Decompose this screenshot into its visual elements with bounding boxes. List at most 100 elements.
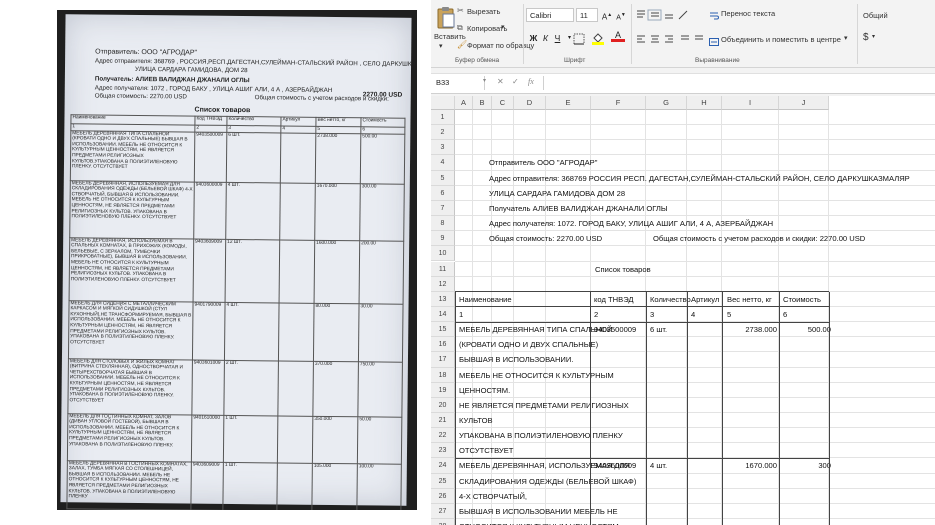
row-header-18[interactable]: 18 — [431, 367, 455, 383]
cell-total-with-costs[interactable]: Общая стоимость с учетом расходов и скид… — [653, 234, 865, 243]
cell-list-title[interactable]: Список товаров — [595, 265, 651, 274]
row-header-5[interactable]: 5 — [431, 170, 455, 186]
name-box[interactable]: B33 — [433, 76, 485, 90]
currency-dropdown-icon[interactable]: ▾ — [872, 33, 875, 40]
row-header-4[interactable]: 4 — [431, 155, 455, 171]
cell-recipient[interactable]: Получатель АЛИЕВ ВАЛИДЖАН ДЖАНАЛИ ОГЛЫ — [489, 204, 668, 213]
row-header-7[interactable]: 7 — [431, 200, 455, 217]
column-header-b[interactable]: B — [473, 96, 492, 110]
row-header-9[interactable]: 9 — [431, 231, 455, 247]
column-header-i[interactable]: I — [722, 96, 779, 110]
cell-item-name[interactable]: (КРОВАТИ ОДНО И ДВУХ СПАЛЬНЫЕ) — [459, 340, 598, 349]
cell-header-name[interactable]: Наименование — [459, 295, 512, 304]
copy-icon[interactable]: ⧉ — [457, 23, 463, 33]
column-header-f[interactable]: F — [591, 96, 646, 110]
enter-icon[interactable]: ✓ — [512, 77, 519, 86]
row-header-26[interactable]: 26 — [431, 488, 455, 504]
cell-item-name[interactable]: ЦЕННОСТЯМ. — [459, 386, 510, 395]
formula-input[interactable] — [543, 76, 934, 90]
currency-button[interactable]: $ — [863, 32, 869, 43]
cell-colnum[interactable]: 3 — [650, 310, 654, 319]
underline-button[interactable]: Ч — [552, 32, 563, 44]
cancel-icon[interactable]: ✕ — [497, 77, 504, 86]
fx-icon[interactable]: fx — [528, 77, 534, 86]
row-header-13[interactable]: 13 — [431, 291, 455, 307]
row-header-10[interactable]: 10 — [431, 246, 455, 262]
column-header-j[interactable]: J — [779, 96, 829, 110]
vertical-align-icons[interactable] — [635, 8, 703, 21]
scissors-icon[interactable]: ✂ — [457, 6, 464, 15]
column-header-c[interactable]: C — [492, 96, 514, 110]
row-header-22[interactable]: 22 — [431, 428, 455, 444]
cell-item-qty[interactable]: 4 шт. — [650, 461, 667, 470]
cut-button[interactable]: Вырезать — [467, 7, 500, 16]
row-header-8[interactable]: 8 — [431, 216, 455, 232]
font-color-icon[interactable]: A — [611, 30, 625, 44]
merge-center-icon[interactable] — [709, 34, 719, 46]
cell-item-name[interactable]: БЫВШАЯ В ИСПОЛЬЗОВАНИИ МЕБЕЛЬ НЕ — [459, 507, 618, 516]
horizontal-align-icons[interactable] — [635, 33, 707, 45]
wrap-text-icon[interactable] — [709, 8, 720, 20]
cell-colnum[interactable]: 5 — [727, 310, 731, 319]
format-painter-icon[interactable]: 🖌 — [457, 40, 467, 49]
row-header-1[interactable]: 1 — [431, 110, 455, 126]
borders-icon[interactable] — [573, 32, 585, 45]
cell-sender[interactable]: Отправитель ООО "АГРОДАР" — [489, 158, 597, 167]
cell-sender-address[interactable]: Адрес отправителя: 368769 РОССИЯ РЕСП. Д… — [489, 174, 910, 183]
cell-item-name[interactable]: БЫВШАЯ В ИСПОЛЬЗОВАНИИ. — [459, 355, 573, 364]
cell-header-code[interactable]: код ТНВЭД — [594, 295, 634, 304]
row-header-17[interactable]: 17 — [431, 352, 455, 368]
row-header-19[interactable]: 19 — [431, 382, 455, 398]
select-all-corner[interactable] — [431, 96, 455, 110]
row-header-16[interactable]: 16 — [431, 337, 455, 353]
merge-dropdown-icon[interactable]: ▾ — [844, 34, 848, 42]
cell-item-cost[interactable]: 500.00 — [781, 325, 831, 334]
cell-item-name[interactable]: УПАКОВАНА В ПОЛИЭТИЛЕНОВУЮ ПЛЕНКУ — [459, 431, 623, 440]
cell-colnum[interactable]: 1 — [459, 310, 463, 319]
column-header-g[interactable]: G — [646, 96, 687, 110]
cell-header-cost[interactable]: Стоимость — [783, 295, 821, 304]
cell-item-weight[interactable]: 2738.000 — [717, 325, 777, 334]
cell-colnum[interactable]: 6 — [783, 310, 787, 319]
cell-header-weight[interactable]: Вес нетто, кг — [727, 295, 772, 304]
wrap-text-button[interactable]: Перенос текста — [721, 9, 775, 18]
row-header-15[interactable]: 15 — [431, 322, 455, 338]
row-header-2[interactable]: 2 — [431, 125, 455, 141]
column-header-a[interactable]: A — [455, 96, 473, 110]
cell-item-name[interactable]: 4-Х СТВОРЧАТЫЙ, — [459, 492, 527, 501]
cell-item-name[interactable]: КУЛЬТОВ — [459, 416, 493, 425]
number-format-select[interactable]: Общий — [863, 11, 888, 20]
cell-sender-street[interactable]: УЛИЦА САРДАРА ГАМИДОВА ДОМ 28 — [489, 189, 625, 198]
row-header-3[interactable]: 3 — [431, 140, 455, 156]
cell-header-art[interactable]: Артикул — [691, 295, 719, 304]
cell-colnum[interactable]: 2 — [594, 310, 598, 319]
merge-center-button[interactable]: Объединить и поместить в центре — [721, 35, 841, 44]
column-header-d[interactable]: D — [514, 96, 546, 110]
column-header-h[interactable]: H — [687, 96, 722, 110]
cell-item-name[interactable]: НЕ ЯВЛЯЕТСЯ ПРЕДМЕТАМИ РЕЛИГИОЗНЫХ — [459, 401, 629, 410]
bold-button[interactable]: Ж — [528, 32, 539, 44]
cell-item-cost[interactable]: 300 — [781, 461, 831, 470]
cell-item-qty[interactable]: 6 шт. — [650, 325, 667, 334]
spreadsheet-grid[interactable]: A B C D E F G H I J 1 2 3 4 5 6 7 8 9 10 11 12 13 14 15 16 17 18 19 2… — [431, 96, 935, 525]
row-header-12[interactable]: 12 — [431, 276, 455, 292]
row-header-6[interactable]: 6 — [431, 185, 455, 201]
cell-item-name[interactable]: СКЛАДИРОВАНИЯ ОДЕЖДЫ (БЕЛЬЕВОЙ ШКАФ) — [459, 477, 636, 486]
row-header-14[interactable]: 14 — [431, 306, 455, 323]
cell-total[interactable]: Общая стоимость: 2270.00 USD — [489, 234, 602, 243]
row-header-24[interactable]: 24 — [431, 458, 455, 474]
cell-item-weight[interactable]: 1670.000 — [717, 461, 777, 470]
cell-item-name[interactable]: ОТСУТСТВУЕТ — [459, 446, 513, 455]
decrease-font-icon[interactable]: A▼ — [615, 9, 627, 21]
italic-button[interactable]: К — [540, 32, 551, 44]
row-header-21[interactable]: 21 — [431, 413, 455, 429]
format-painter-button[interactable]: Формат по образцу — [467, 41, 534, 50]
cell-header-qty[interactable]: Количество — [650, 295, 691, 304]
row-header-25[interactable]: 25 — [431, 473, 455, 489]
name-box-dropdown-icon[interactable]: ▾ — [483, 77, 486, 84]
cell-recipient-address[interactable]: Адрес получателя: 1072. ГОРОД БАКУ, УЛИЦ… — [489, 219, 773, 228]
row-header-28[interactable]: 28 — [431, 519, 455, 525]
column-header-e[interactable]: E — [546, 96, 591, 110]
increase-font-icon[interactable]: A▲ — [601, 9, 613, 22]
font-name-select[interactable]: Calibri — [526, 8, 574, 22]
